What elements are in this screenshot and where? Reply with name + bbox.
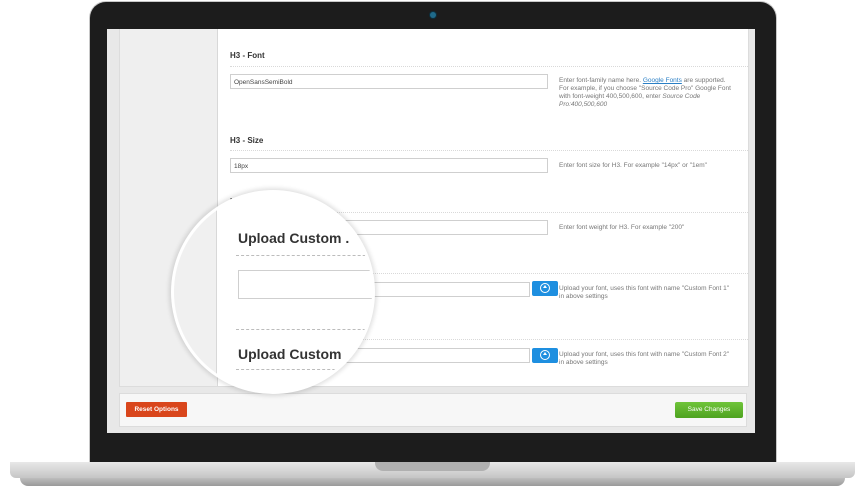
custom-font-1-description: Upload your font, uses this font with na… — [559, 285, 730, 300]
h3-size-input[interactable]: 18px — [230, 158, 548, 173]
camera-icon — [430, 12, 436, 18]
reset-options-button[interactable]: Reset Options — [126, 402, 187, 417]
magnifier-sidebar — [174, 193, 217, 391]
custom-font-2-upload-button[interactable] — [532, 348, 558, 363]
h3-font-description: Enter font-family name here. Google Font… — [559, 77, 734, 109]
magnified-divider — [236, 369, 372, 370]
laptop-base-bottom — [20, 478, 845, 486]
h3-size-description: Enter font size for H3. For example "14p… — [559, 162, 707, 169]
options-footer: Reset Options Save Changes — [119, 393, 747, 427]
h3-font-input[interactable]: OpenSansSemiBold — [230, 74, 548, 89]
upload-icon — [540, 350, 550, 360]
divider — [230, 150, 748, 151]
divider — [230, 66, 748, 67]
custom-font-1-upload-button[interactable] — [532, 281, 558, 296]
magnified-divider — [236, 255, 372, 256]
google-fonts-link[interactable]: Google Fonts — [643, 77, 682, 84]
laptop-notch — [375, 462, 490, 471]
save-changes-button[interactable]: Save Changes — [675, 402, 743, 418]
magnifier: Upload Custom . Upload Custom — [174, 193, 372, 391]
magnified-input — [238, 270, 372, 299]
h3-weight-description: Enter font weight for H3. For example "2… — [559, 224, 685, 231]
h3-size-label: H3 - Size — [230, 136, 264, 145]
magnified-divider — [236, 329, 372, 330]
h3-font-label: H3 - Font — [230, 51, 265, 60]
upload-icon — [540, 283, 550, 293]
magnified-title-2: Upload Custom — [238, 346, 342, 362]
custom-font-2-description: Upload your font, uses this font with na… — [559, 351, 730, 366]
desc-text: Enter font-family name here. — [559, 77, 643, 84]
magnified-title-1: Upload Custom . — [238, 230, 350, 246]
